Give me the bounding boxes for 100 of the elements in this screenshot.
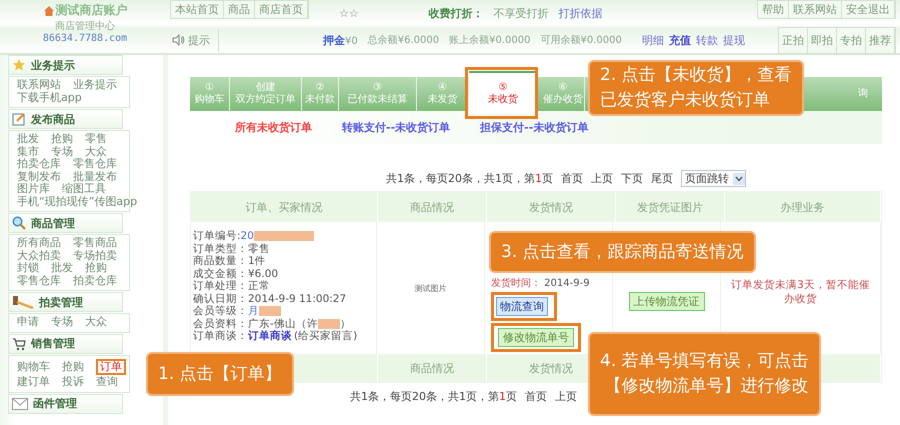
page-jump-select[interactable]: 页面跳转 bbox=[681, 170, 746, 187]
auction-link[interactable]: 即拍 bbox=[808, 28, 837, 53]
balance-text: 可用余额¥0.0000 bbox=[540, 34, 622, 48]
nav-link[interactable]: 帮助 bbox=[758, 1, 789, 18]
sidebar-link[interactable]: 大众拍卖 bbox=[17, 250, 61, 262]
section-header[interactable]: 发布商品 bbox=[8, 109, 123, 129]
sidebar-link[interactable]: 抢购 bbox=[85, 262, 107, 274]
cart-icon bbox=[12, 336, 26, 350]
sidebar-link[interactable]: 订单 bbox=[96, 358, 126, 375]
star-icon bbox=[12, 58, 26, 72]
upload-button[interactable]: 上传物流凭证 bbox=[628, 292, 704, 311]
shop-domain: 86634.7788.com bbox=[42, 33, 128, 44]
shop-name: 测试商店账户 bbox=[56, 2, 128, 19]
sidebar-link[interactable]: 大众 bbox=[85, 146, 107, 158]
account-link[interactable]: 充值 bbox=[668, 32, 691, 48]
sidebar-link[interactable]: 图片库 bbox=[17, 183, 50, 196]
nav-link[interactable]: 联系网站 bbox=[789, 1, 842, 18]
sidebar-link[interactable]: 零售仓库 bbox=[73, 158, 117, 170]
edit-tracking-button[interactable]: 修改物流单号 bbox=[498, 328, 574, 347]
sidebar-link[interactable]: 抢购 bbox=[51, 133, 73, 146]
section-header[interactable]: 销售管理 bbox=[8, 334, 123, 354]
column-header: 商品情况 bbox=[378, 354, 487, 382]
sidebar-link[interactable]: 零售 bbox=[85, 133, 107, 146]
page-link[interactable]: 尾页 bbox=[651, 171, 673, 186]
order-field: 会员等级：月 bbox=[193, 305, 281, 318]
sidebar-link[interactable]: 缩图工具 bbox=[62, 183, 106, 196]
column-header: 订单、买家情况 bbox=[191, 192, 378, 222]
page-summary: 共1条，每页20条，共1页，第1页 bbox=[350, 389, 517, 404]
sidebar-link[interactable]: 集市 bbox=[17, 146, 39, 158]
sidebar-link[interactable]: 拍卖仓库 bbox=[73, 274, 117, 287]
notice-label[interactable]: 提示 bbox=[188, 32, 210, 48]
page-link[interactable]: 首页 bbox=[561, 171, 583, 186]
section-header[interactable]: 函件管理 bbox=[8, 394, 123, 414]
column-header: 商品情况 bbox=[378, 192, 487, 222]
page-link[interactable]: 下页 bbox=[621, 171, 643, 186]
page-link[interactable]: 首页 bbox=[525, 389, 547, 404]
notepad-icon bbox=[12, 112, 26, 126]
sidebar-link[interactable]: 查询 bbox=[96, 376, 118, 388]
sidebar-link[interactable]: 专场 bbox=[51, 146, 73, 158]
sidebar-link[interactable]: 抢购 bbox=[62, 360, 84, 373]
balance-text: 押金¥0 bbox=[323, 32, 358, 48]
column-header: 发货凭证图片 bbox=[616, 192, 725, 222]
sidebar-link[interactable]: 申请 bbox=[17, 316, 39, 328]
sidebar-link[interactable]: 拍卖仓库 bbox=[17, 158, 61, 170]
instruction-callout: 1. 点击【订单】 bbox=[146, 352, 294, 396]
column-header: 发货情况 bbox=[487, 192, 616, 222]
shop-subtitle: 商店管理中心 bbox=[55, 20, 115, 33]
sidebar-link[interactable]: 建订单 bbox=[17, 376, 50, 388]
ship-time: 发货时间： 2014-9-9 bbox=[491, 276, 590, 290]
order-field: 订单商谈：订单商谈 (给买家留言) bbox=[193, 330, 358, 342]
nav-link[interactable]: 本站首页 bbox=[171, 1, 224, 18]
sidebar-link[interactable]: 业务提示 bbox=[73, 79, 117, 92]
section-title: 销售管理 bbox=[31, 336, 75, 351]
sidebar-link[interactable]: 所有商品 bbox=[17, 237, 61, 250]
filter-link[interactable]: 担保支付--未收货订单 bbox=[480, 120, 588, 135]
speaker-icon bbox=[172, 34, 185, 46]
balance-text: 总余额¥6.0000 bbox=[368, 34, 440, 48]
sidebar-link[interactable]: 专场 bbox=[51, 316, 73, 328]
action-note: 订单发货未满3天，暂不能催办收货 bbox=[730, 278, 871, 306]
auction-link[interactable]: 推荐 bbox=[866, 28, 895, 53]
nav-link[interactable]: 商品 bbox=[224, 1, 255, 18]
account-link[interactable]: 转款 bbox=[696, 32, 718, 48]
sidebar-link[interactable]: 购物车 bbox=[17, 360, 50, 373]
sidebar-link[interactable]: 复制发布 bbox=[17, 170, 61, 183]
filter-link[interactable]: 所有未收货订单 bbox=[235, 120, 312, 135]
discount-link[interactable]: 打折依据 bbox=[558, 6, 603, 21]
home-icon bbox=[42, 4, 54, 16]
sidebar-link[interactable]: 零售仓库 bbox=[17, 274, 61, 287]
nav-link[interactable]: 商店首页 bbox=[255, 1, 308, 18]
sidebar-link[interactable]: 专场拍卖 bbox=[73, 250, 117, 262]
section-header[interactable]: 商品管理 bbox=[8, 213, 123, 233]
filter-link[interactable]: 转账支付--未收货订单 bbox=[342, 120, 450, 135]
sidebar-link[interactable]: 联系网站 bbox=[17, 79, 61, 92]
account-link[interactable]: 明细 bbox=[642, 32, 664, 48]
nav-link[interactable]: 安全退出 bbox=[842, 1, 895, 18]
sidebar-link[interactable]: 下载手机app bbox=[17, 92, 82, 104]
page-link[interactable]: 上页 bbox=[555, 389, 577, 404]
order-field: 订单类型：零售 bbox=[193, 242, 270, 255]
auction-link[interactable]: 正拍 bbox=[779, 28, 808, 53]
sidebar-link[interactable]: 零售商品 bbox=[73, 237, 117, 250]
sidebar-link[interactable]: 封锁 bbox=[17, 262, 39, 274]
sidebar-link[interactable]: 大众 bbox=[85, 316, 107, 328]
section-title: 业务提示 bbox=[31, 58, 75, 72]
sidebar-link[interactable]: 手机“现拍现传”传图app bbox=[17, 196, 138, 208]
section-title: 拍卖管理 bbox=[39, 294, 83, 310]
instruction-callout: 2. 点击【未收货】，查看 已发货客户未收货订单 bbox=[588, 60, 804, 116]
mail-icon bbox=[12, 398, 28, 410]
account-link[interactable]: 提现 bbox=[722, 32, 745, 48]
auction-link[interactable]: 专拍 bbox=[837, 28, 866, 53]
sidebar-link[interactable]: 批发 bbox=[17, 133, 39, 146]
section-header[interactable]: 拍卖管理 bbox=[8, 292, 123, 312]
tracking-button[interactable]: 物流查询 bbox=[496, 297, 548, 316]
page-link[interactable]: 上页 bbox=[591, 171, 613, 186]
section-header[interactable]: 业务提示 bbox=[8, 55, 123, 75]
section-title: 商品管理 bbox=[31, 216, 75, 230]
sidebar-link[interactable]: 批发 bbox=[51, 262, 73, 274]
sidebar-link[interactable]: 批量发布 bbox=[73, 170, 117, 183]
order-field: 成交金额：¥6.00 bbox=[193, 268, 278, 280]
caret-icon bbox=[733, 172, 745, 184]
sidebar-link[interactable]: 投诉 bbox=[62, 376, 84, 388]
